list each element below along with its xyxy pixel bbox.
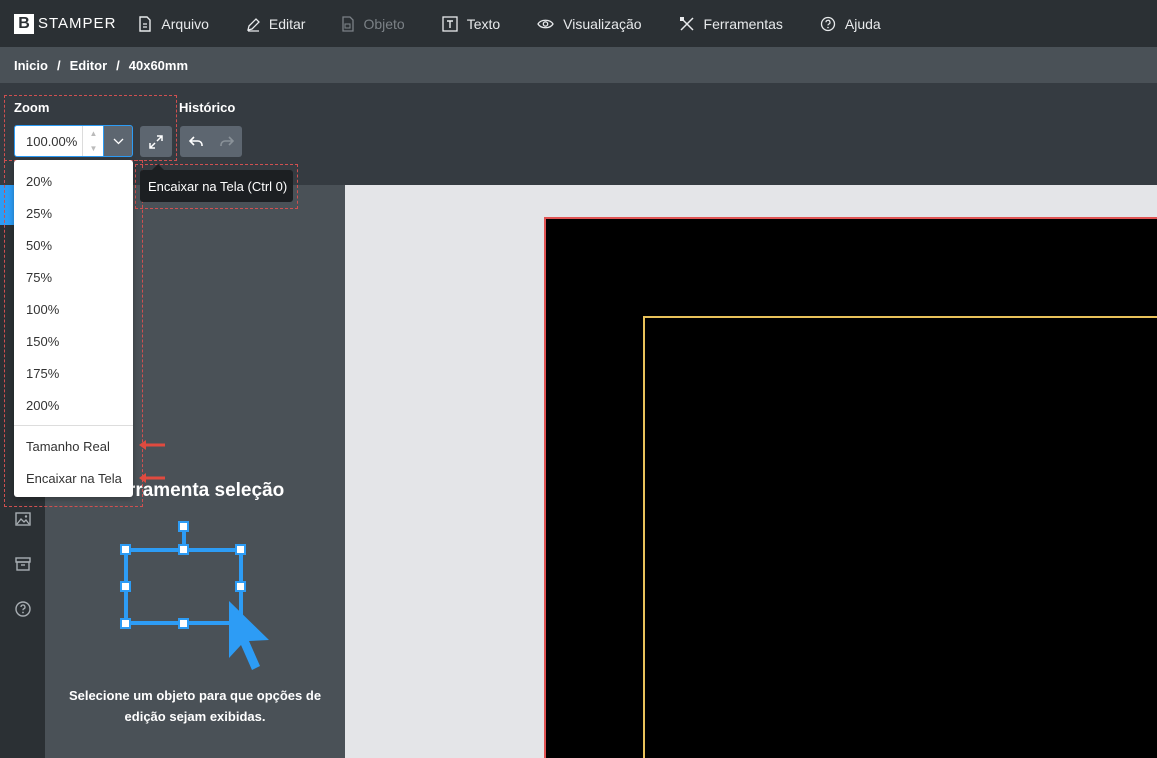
help-icon xyxy=(820,16,836,31)
menu-label: Editar xyxy=(268,15,306,32)
logo-mark: B xyxy=(14,13,34,34)
redo-button[interactable] xyxy=(211,126,242,157)
logo-text: STAMPER xyxy=(38,15,117,32)
eye-icon xyxy=(537,19,554,28)
breadcrumb-editor[interactable]: Editor xyxy=(70,58,108,73)
menu-label: Texto xyxy=(466,15,501,32)
undo-icon xyxy=(188,136,203,146)
zoom-option-150[interactable]: 150% xyxy=(26,334,59,349)
app-logo[interactable]: B STAMPER xyxy=(14,13,117,34)
image-icon[interactable] xyxy=(13,509,33,529)
text-icon xyxy=(442,15,458,32)
zoom-option-175[interactable]: 175% xyxy=(26,366,59,381)
pencil-icon xyxy=(246,17,260,32)
breadcrumb: Inicio / Editor / 40x60mm xyxy=(0,47,1157,83)
annotation-box-zoom xyxy=(4,95,177,161)
menu-label: Ajuda xyxy=(844,15,881,32)
menu-ferramentas[interactable]: Ferramentas xyxy=(679,16,783,32)
menu-texto[interactable]: Texto xyxy=(442,16,500,32)
menu-ajuda[interactable]: Ajuda xyxy=(820,16,881,32)
zoom-option-20[interactable]: 20% xyxy=(26,174,52,189)
zoom-option-50[interactable]: 50% xyxy=(26,238,52,253)
zoom-option-75[interactable]: 75% xyxy=(26,270,52,285)
zoom-dropdown-menu: 20% 25% 50% 75% 100% 150% 175% 200% Tama… xyxy=(14,160,133,497)
undo-button[interactable] xyxy=(180,126,211,157)
menu-label: Objeto xyxy=(363,15,405,32)
archive-icon[interactable] xyxy=(13,554,33,574)
menu-label: Ferramentas xyxy=(703,15,783,32)
file-icon xyxy=(139,15,152,32)
object-icon xyxy=(342,15,355,32)
breadcrumb-current: 40x60mm xyxy=(128,57,189,73)
zoom-option-200[interactable]: 200% xyxy=(26,398,59,413)
breadcrumb-separator: / xyxy=(116,57,120,73)
breadcrumb-inicio[interactable]: Inicio xyxy=(14,58,48,73)
redo-icon xyxy=(219,136,234,146)
history-label: Histórico xyxy=(179,100,236,115)
selection-tool-illustration xyxy=(120,521,269,670)
menu-visualizacao[interactable]: Visualização xyxy=(537,15,642,32)
fit-to-screen-tooltip: Encaixar na Tela (Ctrl 0) xyxy=(140,164,293,202)
menu-bar: B STAMPER Arquivo Editar Objeto Texto Vi… xyxy=(0,0,1157,47)
help-icon[interactable] xyxy=(13,599,33,619)
menu-arquivo[interactable]: Arquivo xyxy=(138,15,209,32)
panel-description: Selecione um objeto para que opções de e… xyxy=(68,688,322,724)
menu-label: Visualização xyxy=(563,15,642,32)
menu-label: Arquivo xyxy=(161,15,209,32)
zoom-option-100[interactable]: 100% xyxy=(26,302,59,317)
zoom-option-25[interactable]: 25% xyxy=(26,206,52,221)
safe-area-guide xyxy=(643,316,1157,758)
annotation-arrow-icon xyxy=(139,440,165,450)
tools-icon xyxy=(679,16,694,31)
menu-editar[interactable]: Editar xyxy=(246,15,306,32)
annotation-arrow-icon xyxy=(139,473,165,483)
dropdown-divider xyxy=(14,425,133,426)
menu-objeto[interactable]: Objeto xyxy=(342,15,405,32)
breadcrumb-separator: / xyxy=(56,57,61,73)
zoom-actual-size[interactable]: Tamanho Real xyxy=(26,439,110,454)
zoom-fit-screen[interactable]: Encaixar na Tela xyxy=(26,471,122,486)
